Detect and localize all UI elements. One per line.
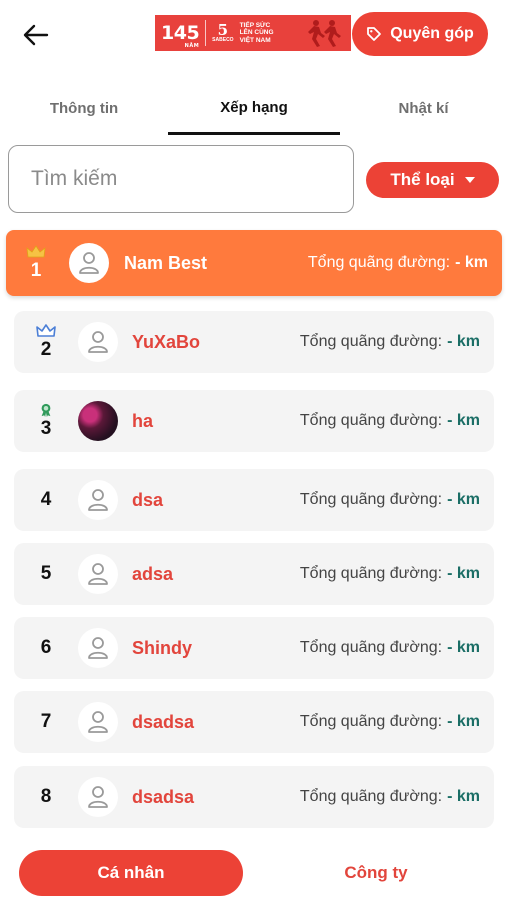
tab-diary[interactable]: Nhật kí <box>340 82 507 134</box>
total-distance: Tổng quãng đường: - km <box>299 333 480 350</box>
leaderboard-row-2[interactable]: 2 YuXaBo Tổng quãng đường: - km <box>14 311 494 373</box>
total-distance: Tổng quãng đường: - km <box>299 491 480 508</box>
logo-brand: 5 SABECO <box>212 21 234 43</box>
user-icon <box>79 252 99 274</box>
rank-number: 1 <box>30 259 42 281</box>
leaderboard-row-3[interactable]: 3 ha Tổng quãng đường: - km <box>14 390 494 452</box>
runners-icon <box>308 20 341 47</box>
user-name: dsadsa <box>132 786 195 807</box>
tab-ranking[interactable]: Xếp hạng <box>168 82 340 135</box>
avatar <box>78 702 118 742</box>
logo-slogan: TIẾP SỨC LÊN CÙNG VIỆT NAM <box>239 21 274 44</box>
tag-icon <box>367 27 382 41</box>
total-distance: Tổng quãng đường: - km <box>307 254 488 271</box>
user-name: adsa <box>132 563 174 584</box>
avatar <box>69 243 109 283</box>
rank-number: 4 <box>40 489 52 510</box>
leaderboard-row-1[interactable]: 1 Nam Best Tổng quãng đường: - km <box>6 230 502 296</box>
total-distance: Tổng quãng đường: - km <box>299 412 480 429</box>
user-icon <box>88 331 108 353</box>
avatar <box>78 322 118 362</box>
donate-label: Quyên góp <box>390 25 474 42</box>
leaderboard-row-6[interactable]: 6 Shindy Tổng quãng đường: - km <box>14 617 494 679</box>
rank-number: 2 <box>40 338 52 360</box>
rank-number: 8 <box>40 786 52 807</box>
back-button[interactable] <box>18 18 54 52</box>
category-label: Thể loại <box>390 170 455 189</box>
user-name: dsa <box>132 489 164 510</box>
sabeco-campaign-logo: 145 NĂM 5 SABECO TIẾP SỨC LÊN CÙNG VIỆT … <box>155 15 351 51</box>
avatar <box>78 777 118 817</box>
distance-value: - km <box>447 333 480 350</box>
total-distance: Tổng quãng đường: - km <box>299 639 480 656</box>
rank-number: 3 <box>40 417 52 439</box>
caret-down-icon <box>464 177 475 183</box>
distance-value: - km <box>455 254 488 271</box>
tab-bar: Thông tin Xếp hạng Nhật kí <box>0 82 507 135</box>
leaderboard-row-8[interactable]: 8 dsadsa Tổng quãng đường: - km <box>14 766 494 828</box>
user-name: YuXaBo <box>132 331 201 352</box>
distance-value: - km <box>447 713 480 730</box>
green-medal-icon <box>41 403 51 417</box>
rank-number: 5 <box>40 563 52 584</box>
avatar-photo <box>78 401 118 441</box>
user-name: Shindy <box>132 637 193 658</box>
user-name: Nam Best <box>124 252 208 273</box>
tab-info[interactable]: Thông tin <box>0 82 168 134</box>
user-icon <box>88 711 108 733</box>
user-icon <box>88 489 108 511</box>
personal-button[interactable]: Cá nhân <box>19 850 243 896</box>
distance-value: - km <box>447 788 480 805</box>
distance-value: - km <box>447 565 480 582</box>
company-button[interactable]: Công ty <box>290 850 462 896</box>
rank-number: 7 <box>40 711 52 732</box>
avatar <box>78 480 118 520</box>
avatar <box>78 628 118 668</box>
avatar <box>78 554 118 594</box>
user-name: dsadsa <box>132 711 195 732</box>
gold-crown-icon <box>26 244 46 257</box>
total-distance: Tổng quãng đường: - km <box>299 788 480 805</box>
bottom-toggle-bar: Cá nhân Công ty <box>0 846 507 900</box>
user-name: ha <box>132 410 154 431</box>
distance-value: - km <box>447 491 480 508</box>
distance-value: - km <box>447 412 480 429</box>
rank-number: 6 <box>40 637 52 658</box>
blue-crown-icon <box>36 323 56 337</box>
leaderboard-row-5[interactable]: 5 adsa Tổng quãng đường: - km <box>14 543 494 605</box>
total-distance: Tổng quãng đường: - km <box>299 713 480 730</box>
user-icon <box>88 563 108 585</box>
arrow-left-icon <box>23 24 49 46</box>
top-bar: 145 NĂM 5 SABECO TIẾP SỨC LÊN CÙNG VIỆT … <box>0 0 507 70</box>
search-input[interactable] <box>8 145 354 213</box>
category-dropdown[interactable]: Thể loại <box>366 162 499 198</box>
user-icon <box>88 637 108 659</box>
logo-145: 145 NĂM <box>161 21 200 49</box>
total-distance: Tổng quãng đường: - km <box>299 565 480 582</box>
leaderboard-row-4[interactable]: 4 dsa Tổng quãng đường: - km <box>14 469 494 531</box>
distance-value: - km <box>447 639 480 656</box>
donate-button[interactable]: Quyên góp <box>352 12 488 56</box>
leaderboard-row-7[interactable]: 7 dsadsa Tổng quãng đường: - km <box>14 691 494 753</box>
user-icon <box>88 786 108 808</box>
